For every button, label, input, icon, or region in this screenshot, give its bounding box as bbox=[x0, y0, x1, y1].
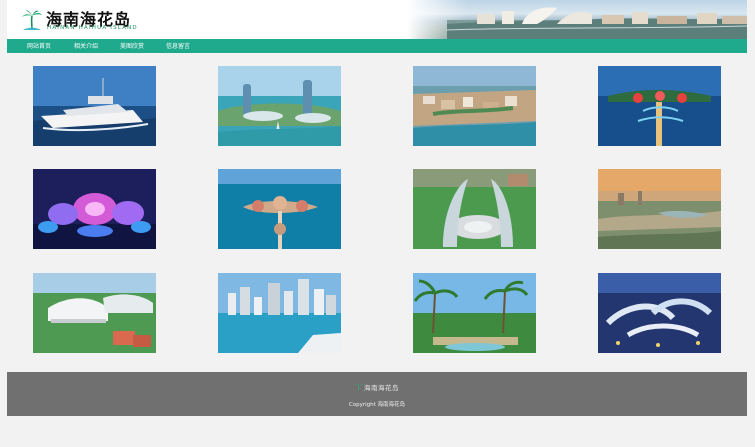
palm-tree-icon bbox=[354, 383, 363, 391]
main-navigation: 网站首页 相关介绍 美图欣赏 信息留言 bbox=[7, 39, 747, 53]
arch-plaza-photo[interactable] bbox=[413, 169, 536, 249]
nav-item-about[interactable]: 相关介绍 bbox=[74, 41, 98, 50]
night-bay-photo[interactable] bbox=[598, 66, 721, 146]
white-domes-photo[interactable] bbox=[33, 273, 156, 353]
twin-towers-photo[interactable] bbox=[218, 66, 341, 146]
footer-logo: 海南海花岛 bbox=[354, 381, 414, 393]
logo-subtitle: HAINAN HAIHUA ISLAND bbox=[47, 25, 138, 31]
blue-night-resort-photo[interactable] bbox=[598, 273, 721, 353]
nav-item-message[interactable]: 信息留言 bbox=[166, 41, 190, 50]
photo-gallery bbox=[7, 54, 747, 364]
island-resort-photo[interactable] bbox=[413, 66, 536, 146]
flower-island-aerial-photo[interactable] bbox=[218, 169, 341, 249]
palm-tree-icon bbox=[22, 10, 42, 31]
header: 海南海花岛 HAINAN HAIHUA ISLAND bbox=[7, 0, 747, 39]
nav-item-gallery[interactable]: 美图欣赏 bbox=[120, 41, 144, 50]
city-skyline-photo[interactable] bbox=[218, 273, 341, 353]
page: 海南海花岛 HAINAN HAIHUA ISLAND 网站首页 相关介绍 美图欣… bbox=[7, 0, 747, 420]
sunset-coast-photo[interactable] bbox=[598, 169, 721, 249]
palm-garden-photo[interactable] bbox=[413, 273, 536, 353]
nav-item-home[interactable]: 网站首页 bbox=[27, 41, 51, 50]
footer-logo-text: 海南海花岛 bbox=[364, 384, 399, 392]
yacht-photo[interactable] bbox=[33, 66, 156, 146]
copyright-text: Copyright 海南海花岛 bbox=[348, 402, 406, 408]
header-banner-image bbox=[407, 0, 747, 39]
lotus-lights-photo[interactable] bbox=[33, 169, 156, 249]
footer: 海南海花岛 Copyright 海南海花岛 bbox=[7, 372, 747, 416]
site-logo[interactable]: 海南海花岛 HAINAN HAIHUA ISLAND bbox=[20, 7, 137, 33]
